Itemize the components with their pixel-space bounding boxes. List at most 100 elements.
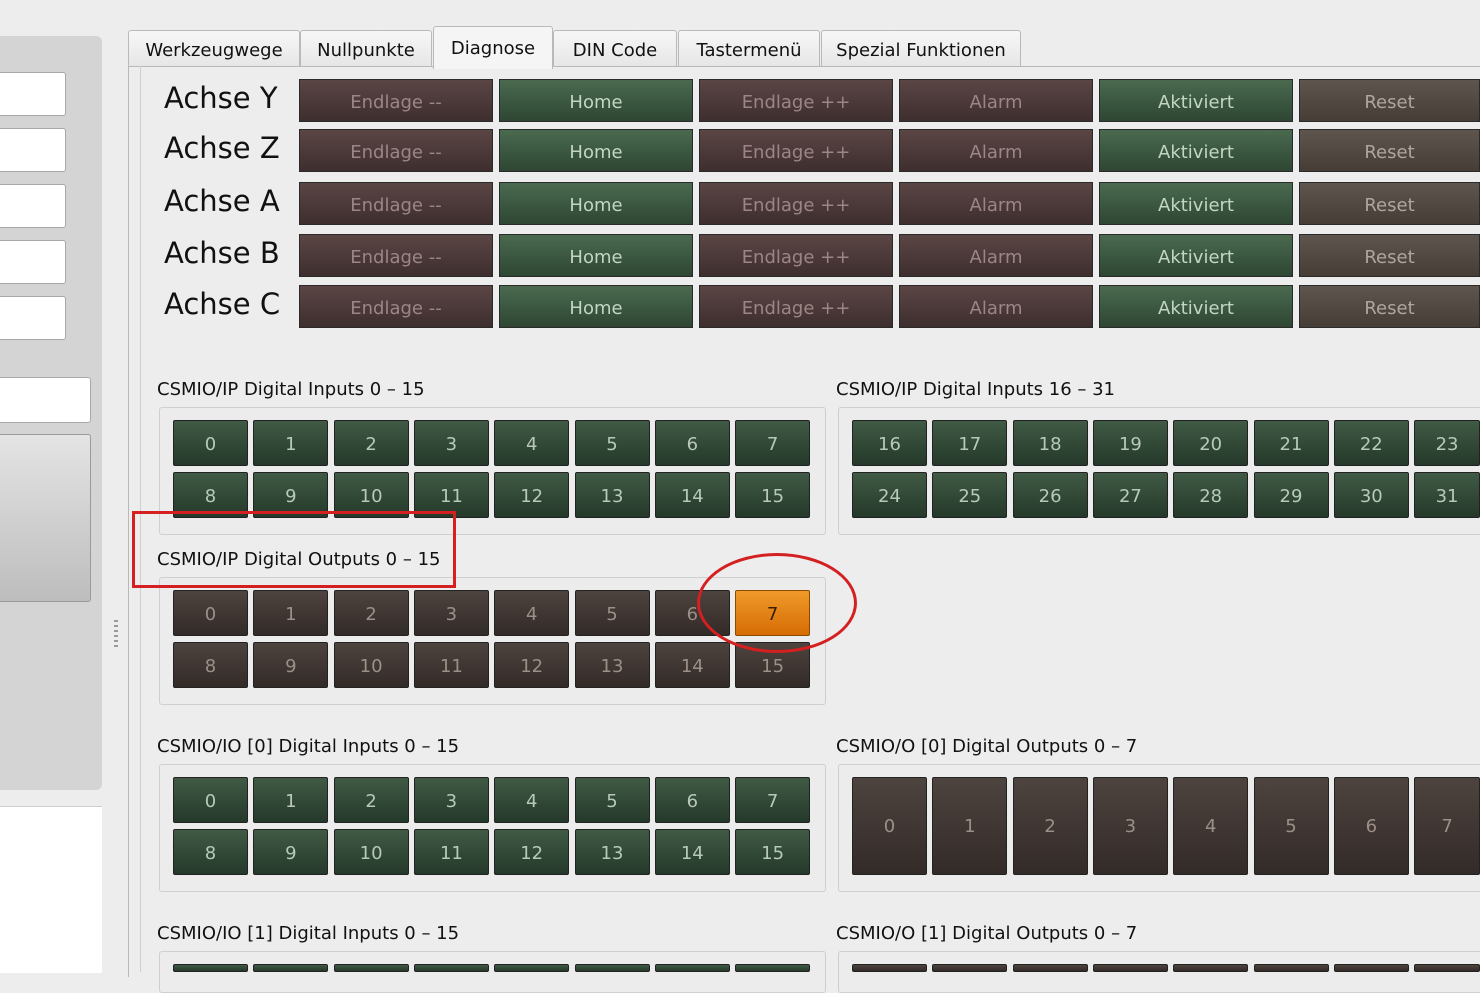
ip-input-indicator: 18	[1012, 420, 1088, 466]
io1-input-indicator	[413, 964, 489, 972]
io1-input-indicator	[494, 964, 570, 972]
o0-output-toggle[interactable]: 2	[1012, 777, 1088, 875]
axis-endlage-minus-indicator: Endlage --	[299, 79, 493, 122]
ip-input-indicator: 26	[1012, 472, 1088, 518]
tab-diagnose[interactable]: Diagnose	[433, 26, 553, 69]
axis-endlage-minus-indicator: Endlage --	[299, 129, 493, 172]
io1-input-indicator	[735, 964, 811, 972]
axis-reset-indicator[interactable]: Reset	[1299, 234, 1480, 277]
annotation-rectangle	[132, 511, 456, 588]
tab-tastermenue[interactable]: Tastermenü	[678, 30, 820, 67]
io0-input-indicator: 0	[173, 777, 248, 823]
ip-input-indicator: 29	[1253, 472, 1329, 518]
tab-werkzeugwege[interactable]: Werkzeugwege	[128, 30, 300, 67]
ip-output-toggle[interactable]: 1	[253, 590, 329, 636]
tab-din-code[interactable]: DIN Code	[553, 30, 677, 67]
ip-output-toggle[interactable]: 5	[574, 590, 650, 636]
ip-output-toggle[interactable]: 3	[413, 590, 489, 636]
left-panel	[0, 36, 102, 790]
ip-input-indicator: 1	[253, 420, 329, 466]
left-input-5[interactable]	[0, 296, 66, 340]
ip-output-toggle[interactable]: 10	[333, 642, 409, 688]
ip-output-toggle[interactable]: 0	[173, 590, 248, 636]
axis-reset-indicator[interactable]: Reset	[1299, 129, 1480, 172]
left-button[interactable]	[0, 377, 91, 423]
o1-output-toggle[interactable]	[1253, 964, 1329, 972]
ip-input-indicator: 20	[1173, 420, 1249, 466]
ip-output-toggle[interactable]: 4	[494, 590, 570, 636]
ip-output-toggle[interactable]: 12	[494, 642, 570, 688]
group-title-ip-inputs-16-31: CSMIO/IP Digital Inputs 16 – 31	[836, 379, 1116, 400]
axis-label: Achse C	[164, 287, 281, 321]
o0-output-toggle[interactable]: 5	[1253, 777, 1329, 875]
left-input-1[interactable]	[0, 72, 66, 116]
left-input-4[interactable]	[0, 240, 66, 284]
tab-nullpunkte[interactable]: Nullpunkte	[300, 30, 432, 67]
ip-input-indicator: 22	[1333, 420, 1409, 466]
axis-alarm-indicator: Alarm	[899, 234, 1093, 277]
o1-output-toggle[interactable]	[1173, 964, 1249, 972]
axis-home-indicator: Home	[499, 129, 693, 172]
o0-output-toggle[interactable]: 1	[932, 777, 1008, 875]
axis-reset-indicator[interactable]: Reset	[1299, 182, 1480, 225]
ip-output-toggle[interactable]: 14	[654, 642, 730, 688]
io0-input-indicator: 12	[494, 829, 570, 875]
axis-endlage-plus-indicator: Endlage ++	[699, 234, 893, 277]
ip-output-toggle[interactable]: 11	[413, 642, 489, 688]
ip-output-toggle[interactable]: 13	[574, 642, 650, 688]
ip-input-indicator: 13	[574, 472, 650, 518]
ip-input-indicator: 16	[852, 420, 927, 466]
o1-output-toggle[interactable]	[1012, 964, 1088, 972]
ip-output-toggle[interactable]: 2	[333, 590, 409, 636]
axis-home-indicator: Home	[499, 285, 693, 328]
io0-input-indicator: 4	[494, 777, 570, 823]
ip-input-indicator: 19	[1092, 420, 1168, 466]
io1-input-indicator	[173, 964, 248, 972]
o1-output-toggle[interactable]	[1333, 964, 1409, 972]
o1-output-toggle[interactable]	[1414, 964, 1480, 972]
group-title-ip-inputs-0-15: CSMIO/IP Digital Inputs 0 – 15	[157, 379, 425, 400]
ip-output-toggle[interactable]: 8	[173, 642, 248, 688]
tab-spezial-funktionen[interactable]: Spezial Funktionen	[821, 30, 1021, 67]
o0-output-toggle[interactable]: 0	[852, 777, 927, 875]
ip-output-toggle[interactable]: 9	[253, 642, 329, 688]
io0-input-indicator: 3	[413, 777, 489, 823]
axis-reset-indicator[interactable]: Reset	[1299, 285, 1480, 328]
o1-output-toggle[interactable]	[852, 964, 927, 972]
axis-aktiviert-indicator: Aktiviert	[1099, 285, 1293, 328]
o0-output-toggle[interactable]: 7	[1414, 777, 1480, 875]
ip-input-indicator: 14	[654, 472, 730, 518]
ip-input-indicator: 7	[735, 420, 811, 466]
io0-input-indicator: 9	[253, 829, 329, 875]
o0-output-toggle[interactable]: 3	[1092, 777, 1168, 875]
ip-input-indicator: 17	[932, 420, 1008, 466]
group-title-o1-outputs: CSMIO/O [1] Digital Outputs 0 – 7	[836, 923, 1138, 944]
io1-input-indicator	[654, 964, 730, 972]
ip-input-indicator: 6	[654, 420, 730, 466]
axis-label: Achse A	[164, 184, 280, 218]
io0-input-indicator: 10	[333, 829, 409, 875]
o1-output-toggle[interactable]	[1092, 964, 1168, 972]
ip-input-indicator: 28	[1173, 472, 1249, 518]
ip-input-indicator: 12	[494, 472, 570, 518]
ip-input-indicator: 30	[1333, 472, 1409, 518]
o0-output-toggle[interactable]: 6	[1333, 777, 1409, 875]
group-title-io0-inputs: CSMIO/IO [0] Digital Inputs 0 – 15	[157, 736, 460, 757]
left-large-button[interactable]	[0, 434, 91, 602]
splitter-handle[interactable]	[114, 620, 118, 650]
axis-endlage-minus-indicator: Endlage --	[299, 285, 493, 328]
io0-input-indicator: 15	[735, 829, 811, 875]
axis-reset-indicator[interactable]: Reset	[1299, 79, 1480, 122]
axis-alarm-indicator: Alarm	[899, 129, 1093, 172]
io0-input-indicator: 1	[253, 777, 329, 823]
axis-endlage-minus-indicator: Endlage --	[299, 182, 493, 225]
group-title-io1-inputs: CSMIO/IO [1] Digital Inputs 0 – 15	[157, 923, 460, 944]
left-input-3[interactable]	[0, 184, 66, 228]
ip-input-indicator: 27	[1092, 472, 1168, 518]
o1-output-toggle[interactable]	[932, 964, 1008, 972]
axis-aktiviert-indicator: Aktiviert	[1099, 182, 1293, 225]
io1-input-indicator	[333, 964, 409, 972]
o0-output-toggle[interactable]: 4	[1173, 777, 1249, 875]
left-input-2[interactable]	[0, 128, 66, 172]
io1-input-indicator	[253, 964, 329, 972]
